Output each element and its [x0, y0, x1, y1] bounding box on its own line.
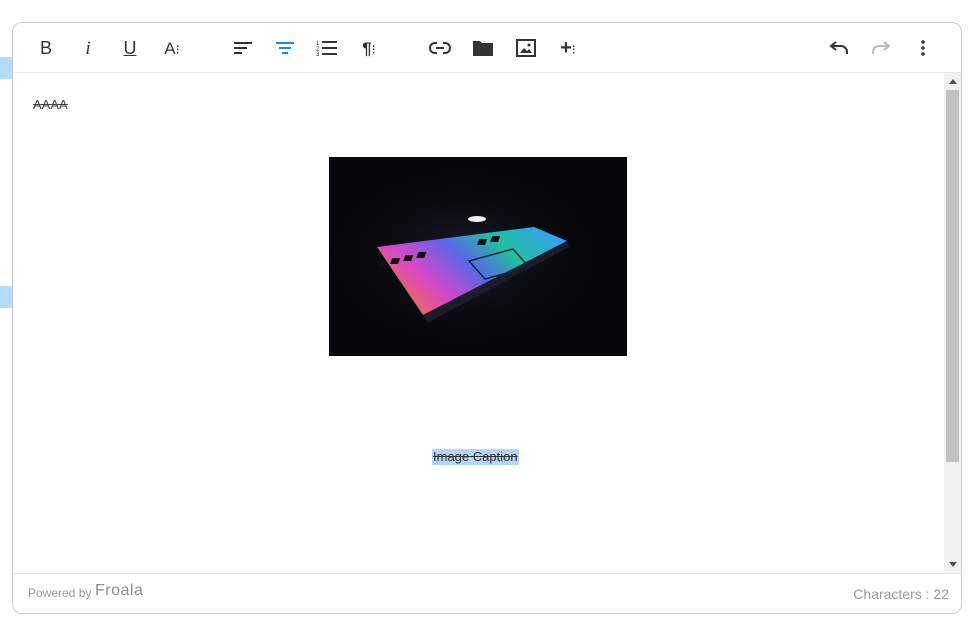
more-insert-button[interactable]: +⁝: [551, 31, 585, 65]
vertical-scrollbar[interactable]: [944, 73, 961, 573]
laptop-image-graphic: [329, 157, 627, 356]
italic-button[interactable]: i: [71, 31, 105, 65]
bold-icon: B: [39, 38, 52, 58]
align-center-button[interactable]: [268, 31, 302, 65]
editor-content[interactable]: AAAA Image Caption: [13, 73, 944, 573]
italic-icon: i: [85, 37, 91, 59]
scroll-down-arrow-icon[interactable]: [944, 556, 961, 573]
link-icon: [429, 42, 451, 54]
paragraph-format-button[interactable]: ¶⁝: [352, 31, 386, 65]
selection-marker-top: [0, 57, 12, 79]
redo-button[interactable]: [864, 31, 898, 65]
text-format-icon: A⁝: [164, 38, 180, 58]
editor-footer: Powered by Froala Characters : 22: [13, 573, 961, 613]
more-insert-icon: +⁝: [560, 37, 576, 59]
laptop-image[interactable]: [329, 157, 627, 356]
paragraph-text[interactable]: AAAA: [33, 97, 68, 112]
paragraph-format-icon: ¶⁝: [362, 38, 376, 58]
ordered-list-button[interactable]: 1 2 3: [310, 31, 344, 65]
align-left-button[interactable]: [226, 31, 260, 65]
character-count: Characters : 22: [853, 586, 949, 602]
image-caption[interactable]: Image Caption: [432, 449, 519, 465]
align-center-icon: [276, 42, 294, 54]
more-options-button[interactable]: [906, 31, 940, 65]
ordered-list-icon: 1 2 3: [316, 41, 337, 57]
undo-button[interactable]: [822, 31, 856, 65]
underline-icon: U: [123, 38, 137, 58]
text-format-button[interactable]: A⁝: [155, 31, 189, 65]
folder-icon: [473, 41, 493, 56]
bold-button[interactable]: B: [29, 31, 63, 65]
align-left-icon: [234, 42, 252, 54]
redo-icon: [872, 41, 891, 54]
undo-icon: [829, 41, 848, 54]
selection-marker-bottom: [0, 286, 12, 308]
froala-logo[interactable]: Froala: [95, 582, 143, 600]
rich-text-editor: B i U A⁝ 1 2 3 ¶⁝ +⁝ AAAA Image Caption …: [12, 22, 962, 614]
underline-button[interactable]: U: [113, 31, 147, 65]
scroll-up-arrow-icon[interactable]: [944, 73, 961, 90]
insert-file-button[interactable]: [466, 31, 500, 65]
insert-link-button[interactable]: [423, 31, 457, 65]
insert-image-button[interactable]: [509, 31, 543, 65]
scrollbar-thumb[interactable]: [946, 90, 959, 462]
image-icon: [516, 39, 536, 57]
powered-by-label: Powered by: [28, 586, 92, 600]
editor-toolbar: B i U A⁝ 1 2 3 ¶⁝ +⁝: [13, 23, 961, 73]
svg-text:3: 3: [316, 52, 320, 57]
more-vertical-icon: [921, 40, 925, 56]
